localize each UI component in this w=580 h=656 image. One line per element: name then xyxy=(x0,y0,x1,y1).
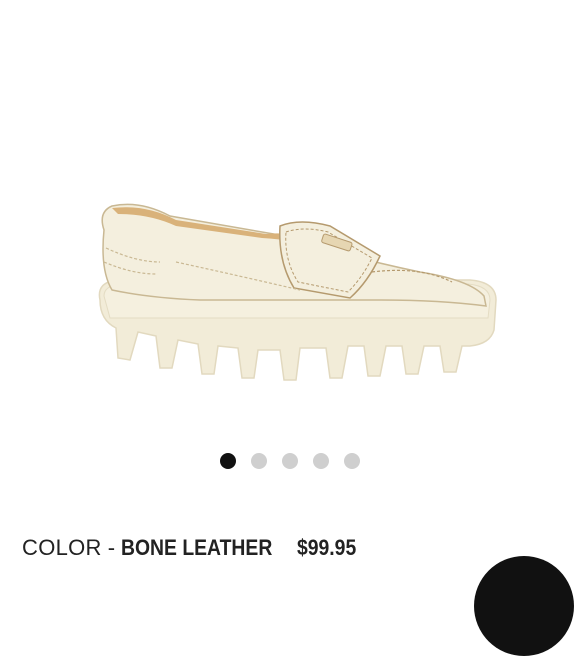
carousel-dot-5[interactable] xyxy=(344,453,360,469)
product-image[interactable] xyxy=(0,0,580,430)
carousel-dot-1[interactable] xyxy=(220,453,236,469)
product-info-row: COLOR - BONE LEATHER $99.95 xyxy=(22,535,364,561)
color-separator: - xyxy=(107,535,116,560)
color-value: BONE LEATHER xyxy=(121,535,273,560)
floating-action-button[interactable] xyxy=(474,556,574,656)
carousel-dot-4[interactable] xyxy=(313,453,329,469)
loafer-illustration xyxy=(98,203,497,381)
carousel-dot-3[interactable] xyxy=(282,453,298,469)
color-label: COLOR xyxy=(22,535,102,560)
carousel-dot-2[interactable] xyxy=(251,453,267,469)
price: $99.95 xyxy=(297,535,357,560)
carousel-dots xyxy=(0,453,580,469)
